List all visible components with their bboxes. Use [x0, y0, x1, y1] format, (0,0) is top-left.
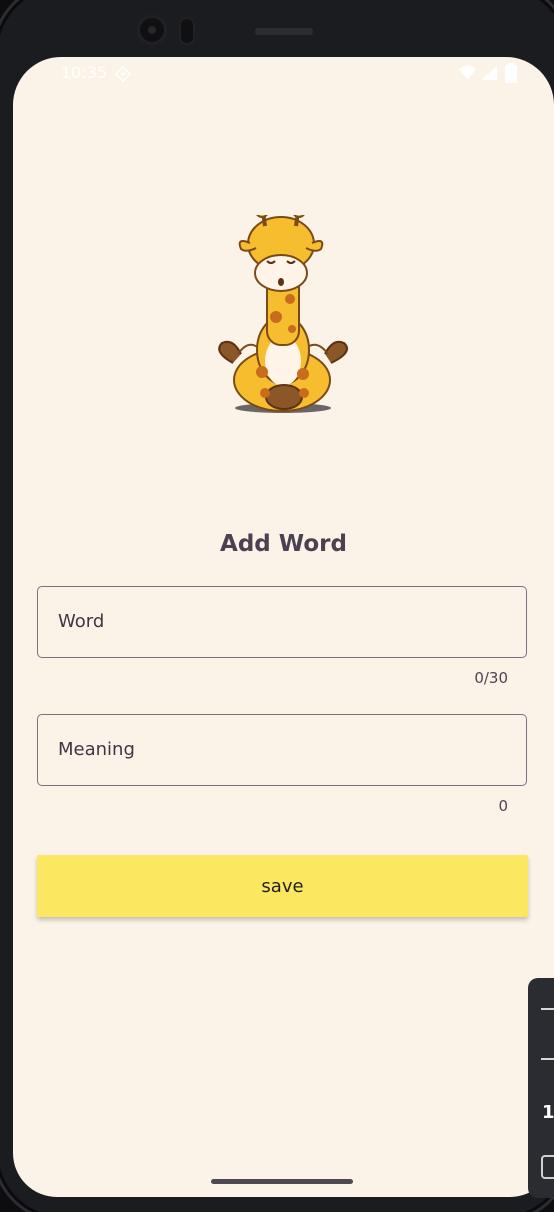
word-character-counter: 0/30 — [474, 669, 508, 687]
side-panel-box-icon — [541, 1155, 554, 1179]
meaning-field-label: Meaning — [58, 739, 135, 760]
word-field[interactable]: Word — [37, 586, 527, 658]
home-indicator[interactable] — [211, 1179, 353, 1184]
status-time: 10:35 — [61, 63, 108, 82]
side-panel-divider-middle — [541, 1058, 554, 1060]
sensor-icon — [181, 19, 193, 43]
status-bar: 10:35 — [13, 57, 554, 89]
page-title: Add Word — [220, 531, 347, 557]
signal-icon — [480, 65, 498, 85]
wifi-icon — [458, 65, 477, 85]
battery-icon — [505, 63, 517, 87]
camera-icon — [140, 18, 164, 42]
app-screen: 10:35 Add Word Word 0/30 Meaning 0 save — [13, 57, 554, 1197]
speaker-grille — [255, 28, 313, 35]
sim-card-icon — [114, 65, 132, 87]
word-field-label: Word — [58, 611, 105, 632]
meaning-character-counter: 0 — [498, 797, 508, 815]
phone-device: 10:35 Add Word Word 0/30 Meaning 0 save … — [0, 0, 554, 1212]
side-panel-divider-top — [541, 1008, 554, 1010]
side-panel[interactable]: 1 — [528, 978, 554, 1198]
meaning-field[interactable]: Meaning — [37, 714, 527, 786]
save-button[interactable]: save — [37, 855, 528, 917]
side-panel-number: 1 — [542, 1102, 554, 1123]
meditating-giraffe-illustration — [208, 204, 358, 417]
